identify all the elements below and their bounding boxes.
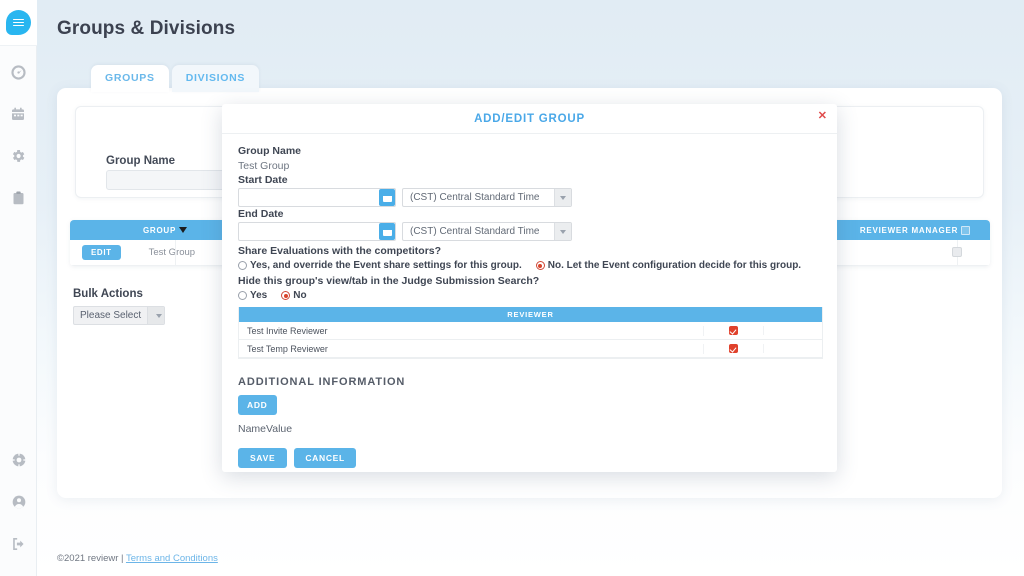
start-date-row: (CST) Central Standard Time [238,188,821,207]
copyright-text: ©2021 reviewr | [57,553,124,564]
hide-group-options: Yes No [238,290,821,301]
sidebar-item-help[interactable] [0,444,37,476]
add-button[interactable]: ADD [238,395,277,415]
cell-divider [175,240,176,266]
tab-bar: GROUPS DIVISIONS [91,65,260,92]
radio-icon-selected[interactable] [535,261,545,270]
end-date-row: (CST) Central Standard Time [238,222,821,241]
row-reviewer-manager-checkbox[interactable] [952,247,962,257]
tab-groups[interactable]: GROUPS [91,65,169,92]
gauge-icon [10,64,26,80]
filter-group-name-label: Group Name [106,155,176,167]
sidebar-logo[interactable] [0,0,37,46]
column-header-group-label: GROUP [142,225,177,235]
calendar-icon[interactable] [379,189,395,206]
sidebar-bottom-group [0,434,37,560]
gear-icon [12,150,25,162]
cancel-button[interactable]: CANCEL [294,448,356,468]
sidebar [0,0,37,576]
start-timezone-value: (CST) Central Standard Time [410,192,540,203]
radio-icon[interactable] [238,261,247,270]
sort-desc-icon[interactable] [179,227,188,233]
sidebar-item-events[interactable] [0,98,37,130]
user-circle-icon [12,495,25,509]
tab-divisions[interactable]: DIVISIONS [171,65,260,92]
life-ring-icon [11,453,26,467]
logout-icon [13,538,24,550]
sidebar-item-logout[interactable] [0,528,37,560]
modal-group-name-label: Group Name [238,145,302,157]
sidebar-item-reports[interactable] [0,182,37,214]
share-option-yes-label: Yes, and override the Event share settin… [250,260,522,271]
column-header-value: Value [266,423,293,435]
modal-action-buttons: SAVE CANCEL [238,448,821,468]
add-edit-group-modal: ADD/EDIT GROUP ✕ Group Name Test Group S… [222,104,837,472]
share-option-no[interactable]: No. Let the Event configuration decide f… [535,260,802,271]
table-row[interactable]: Test Temp Reviewer [239,340,822,358]
sidebar-item-settings[interactable] [0,140,37,172]
hide-option-yes-label: Yes [250,290,268,301]
end-date-input[interactable] [238,222,396,241]
reviewer-checkbox-cell[interactable] [704,344,764,353]
modal-header: ADD/EDIT GROUP ✕ [222,104,837,134]
share-evaluations-options: Yes, and override the Event share settin… [238,260,821,271]
sidebar-item-dashboard[interactable] [0,56,37,88]
modal-start-date-label: Start Date [238,174,288,186]
additional-information-columns: Name Value [238,423,821,435]
reviewer-table-header: REVIEWER [239,307,822,322]
modal-end-date-label: End Date [238,208,284,220]
row-group-name: Test Group [148,247,196,258]
bulk-actions-select[interactable]: Please Select [73,306,165,325]
page-title: Groups & Divisions [57,18,236,39]
radio-icon[interactable] [238,291,247,300]
reviewer-checkbox-cell[interactable] [704,326,764,335]
chevron-down-icon[interactable] [554,189,571,206]
calendar-icon [12,107,24,120]
calendar-icon[interactable] [379,223,395,240]
modal-title: ADD/EDIT GROUP [474,112,585,125]
hide-option-no[interactable]: No [281,290,307,301]
close-icon[interactable]: ✕ [818,111,827,122]
reviewer-name: Test Temp Reviewer [239,343,704,354]
save-button[interactable]: SAVE [238,448,288,468]
column-header-reviewer-manager[interactable]: REVIEWER MANAGER [840,225,990,235]
terms-and-conditions-link[interactable]: Terms and Conditions [126,553,218,564]
end-timezone-value: (CST) Central Standard Time [410,226,540,237]
checkbox-checked-icon[interactable] [729,344,738,353]
hide-option-yes[interactable]: Yes [238,290,267,301]
bulk-actions-label: Bulk Actions [73,288,143,300]
end-timezone-select[interactable]: (CST) Central Standard Time [402,222,572,241]
radio-icon-selected[interactable] [281,291,291,300]
reviewer-name: Test Invite Reviewer [239,325,704,336]
hide-option-no-label: No [293,290,307,301]
additional-information-title: ADDITIONAL INFORMATION [238,376,406,388]
table-row[interactable]: Test Invite Reviewer [239,322,822,340]
share-option-no-label: No. Let the Event configuration decide f… [547,260,802,271]
start-timezone-select[interactable]: (CST) Central Standard Time [402,188,572,207]
chevron-down-icon[interactable] [554,223,571,240]
share-evaluations-question: Share Evaluations with the competitors? [238,245,442,257]
chevron-down-icon[interactable] [147,307,164,324]
hide-group-question: Hide this group's view/tab in the Judge … [238,275,540,287]
select-all-checkbox-icon[interactable] [961,225,971,235]
footer: ©2021 reviewr | Terms and Conditions [57,553,218,564]
start-date-input[interactable] [238,188,396,207]
column-header-name: Name [238,423,267,435]
share-option-yes[interactable]: Yes, and override the Event share settin… [238,260,522,271]
checkbox-checked-icon[interactable] [729,326,738,335]
edit-button[interactable]: EDIT [82,245,121,260]
reviewr-logo-icon [5,10,31,35]
modal-body: Group Name Test Group Start Date (CST) C… [222,134,837,468]
modal-group-name-value: Test Group [238,160,290,172]
column-header-reviewer-manager-label: REVIEWER MANAGER [859,225,959,235]
bulk-actions-selected-value: Please Select [80,310,142,321]
clipboard-icon [13,191,23,205]
reviewer-table: REVIEWER Test Invite Reviewer Test Temp … [238,307,823,359]
sidebar-item-account[interactable] [0,486,37,518]
